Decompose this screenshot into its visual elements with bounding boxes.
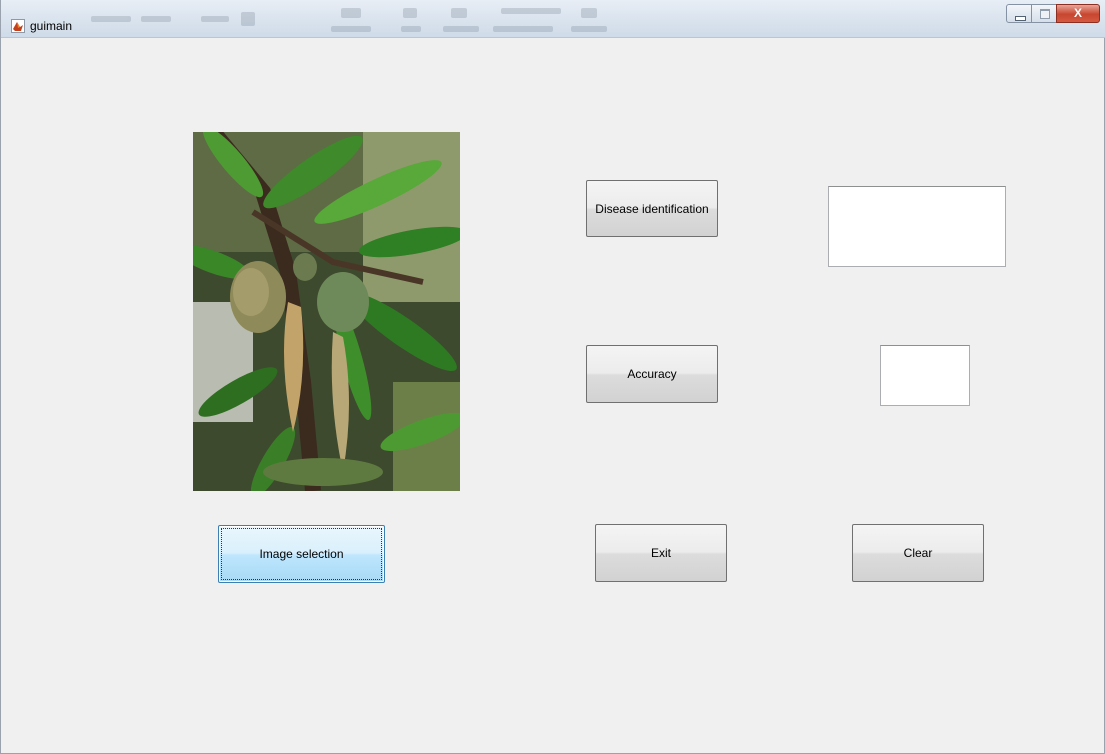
leaf-image [193, 132, 460, 491]
guimain-window: guimain X Disease identification Accurac… [0, 0, 1105, 754]
clear-button[interactable]: Clear [852, 524, 984, 582]
matlab-icon[interactable] [11, 19, 25, 33]
disease-result-box [828, 186, 1006, 267]
title-bar[interactable]: guimain X [1, 0, 1105, 38]
image-selection-label: Image selection [259, 547, 344, 561]
background-toolbar-ghost [91, 4, 651, 34]
image-selection-button[interactable]: Image selection [218, 525, 385, 583]
exit-button[interactable]: Exit [595, 524, 727, 582]
minimize-icon[interactable] [1006, 4, 1032, 23]
clear-label: Clear [903, 546, 933, 560]
accuracy-label: Accuracy [627, 367, 677, 381]
disease-identification-label: Disease identification [595, 201, 709, 216]
accuracy-button[interactable]: Accuracy [586, 345, 718, 403]
close-icon[interactable]: X [1056, 4, 1100, 23]
maximize-icon[interactable] [1031, 4, 1057, 23]
window-controls: X [1006, 4, 1100, 24]
accuracy-value-box [880, 345, 970, 406]
exit-label: Exit [650, 546, 671, 560]
window-title: guimain [30, 19, 73, 33]
disease-identification-button[interactable]: Disease identification [586, 180, 718, 237]
